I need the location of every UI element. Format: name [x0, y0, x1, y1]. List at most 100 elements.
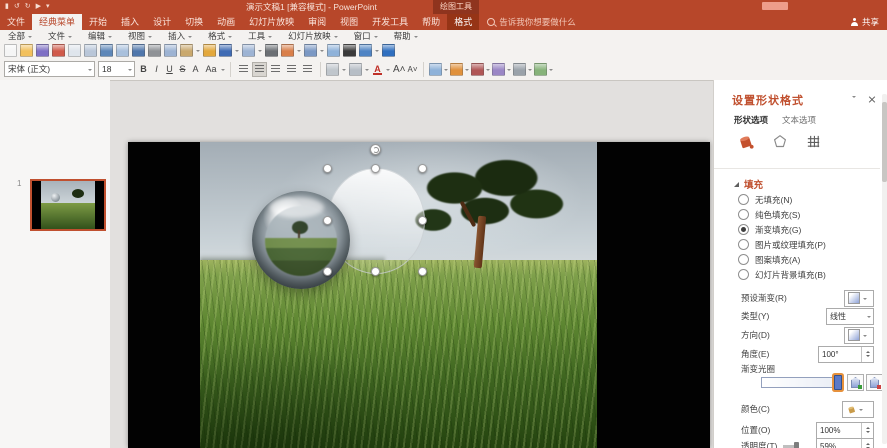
selection-handle-bottom-left[interactable] — [323, 267, 332, 276]
shape-fill-icon[interactable] — [450, 63, 463, 76]
selection-handle-right[interactable] — [418, 216, 427, 225]
redo-icon[interactable]: ↻ — [25, 0, 31, 14]
shape-effects-icon[interactable] — [492, 63, 505, 76]
cut-icon[interactable] — [148, 44, 161, 57]
fill-section-header[interactable]: 填充 — [734, 177, 763, 191]
start-slideshow-icon[interactable]: ▶ — [36, 0, 41, 14]
angle-spinner[interactable]: 100° — [818, 346, 874, 363]
gradient-stops-slider[interactable] — [761, 377, 840, 388]
preset-gradient-dropdown[interactable] — [844, 290, 874, 307]
align-left-icon[interactable] — [236, 62, 251, 77]
table-icon[interactable] — [304, 44, 317, 57]
text-shadow-button[interactable]: A — [190, 64, 201, 74]
transparency-slider-thumb[interactable] — [794, 442, 799, 448]
distribute-icon[interactable] — [300, 62, 315, 77]
customize-quick-access-icon[interactable]: ▾ — [46, 0, 50, 14]
strikethrough-button[interactable]: S — [177, 64, 188, 74]
fill-line-icon[interactable] — [736, 132, 755, 156]
panel-options-chevron-icon[interactable] — [852, 98, 856, 116]
slide-canvas[interactable] — [128, 142, 710, 448]
fill-option-none[interactable]: 无填充(N) — [738, 192, 826, 207]
menu-help[interactable]: 帮助 — [386, 30, 426, 43]
line-spacing-icon[interactable] — [326, 63, 339, 76]
page-copy-icon[interactable] — [116, 44, 129, 57]
tab-classic-menu[interactable]: 经典菜单 — [32, 14, 82, 30]
help-icon[interactable] — [382, 44, 395, 57]
selection-handle-bottom[interactable] — [371, 267, 380, 276]
quick-styles-icon[interactable] — [429, 63, 442, 76]
type-dropdown[interactable]: 线性 — [826, 308, 874, 325]
spinner-arrows[interactable] — [861, 439, 873, 448]
menu-window[interactable]: 窗口 — [346, 30, 386, 43]
selection-handle-top-left[interactable] — [323, 164, 332, 173]
tab-transitions[interactable]: 切换 — [178, 14, 210, 30]
transparency-spinner[interactable]: 59% — [816, 438, 874, 448]
tab-home[interactable]: 开始 — [82, 14, 114, 30]
tab-file[interactable]: 文件 — [0, 14, 32, 30]
menu-insert[interactable]: 插入 — [160, 30, 200, 43]
underline-button[interactable]: U — [164, 64, 175, 74]
effects-icon[interactable] — [771, 133, 789, 156]
share-button[interactable]: 共享 — [851, 14, 887, 30]
grow-font-button[interactable]: A˄ — [393, 64, 404, 75]
menu-all[interactable]: 全部 — [0, 30, 40, 43]
justify-icon[interactable] — [284, 62, 299, 77]
menu-tools[interactable]: 工具 — [240, 30, 280, 43]
spell-check-icon[interactable] — [132, 44, 145, 57]
size-properties-icon[interactable] — [805, 133, 822, 155]
slide-photo[interactable] — [200, 142, 597, 448]
tab-help[interactable]: 帮助 — [415, 14, 447, 30]
tab-view[interactable]: 视图 — [333, 14, 365, 30]
spinner-arrows[interactable] — [861, 347, 873, 362]
font-name-combo[interactable]: 宋体 (正文) — [4, 61, 95, 77]
open-folder-icon[interactable] — [20, 44, 33, 57]
align-center-icon[interactable] — [252, 62, 267, 77]
slide-thumbnail[interactable] — [30, 179, 106, 231]
menu-format[interactable]: 格式 — [200, 30, 240, 43]
fill-option-background[interactable]: 幻灯片背景填充(B) — [738, 267, 826, 282]
find-icon[interactable] — [265, 44, 278, 57]
copy-icon[interactable] — [164, 44, 177, 57]
menu-view[interactable]: 视图 — [120, 30, 160, 43]
picture-icon[interactable] — [327, 44, 340, 57]
italic-button[interactable]: I — [151, 64, 162, 74]
shape-outline-icon[interactable] — [471, 63, 484, 76]
stamp-icon[interactable] — [84, 44, 97, 57]
tab-developer[interactable]: 开发工具 — [365, 14, 415, 30]
insert-shape-icon[interactable] — [534, 63, 547, 76]
rotate-handle[interactable] — [370, 144, 381, 155]
selection-handle-bottom-right[interactable] — [418, 267, 427, 276]
spinner-arrows[interactable] — [861, 423, 873, 438]
selection-handle-top-right[interactable] — [418, 164, 427, 173]
bold-button[interactable]: B — [138, 64, 149, 74]
save-icon[interactable]: ▮ — [5, 0, 9, 14]
fill-option-picture[interactable]: 图片或纹理填充(P) — [738, 237, 826, 252]
font-color-button[interactable]: A — [372, 64, 383, 74]
panel-scrollbar[interactable] — [882, 94, 887, 444]
selection-handle-top[interactable] — [371, 164, 380, 173]
tab-design[interactable]: 设计 — [146, 14, 178, 30]
direction-dropdown[interactable] — [844, 327, 874, 344]
scrollbar-thumb[interactable] — [882, 102, 887, 182]
color-dropdown[interactable] — [842, 401, 874, 418]
remove-gradient-stop-button[interactable] — [866, 374, 883, 391]
transparency-slider[interactable] — [783, 445, 799, 448]
tab-review[interactable]: 审阅 — [301, 14, 333, 30]
media-icon[interactable] — [343, 44, 356, 57]
new-slide-icon[interactable] — [281, 44, 294, 57]
format-painter-icon[interactable] — [203, 44, 216, 57]
fill-option-gradient[interactable]: 渐变填充(G) — [738, 222, 826, 237]
print-preview-icon[interactable] — [68, 44, 81, 57]
align-right-icon[interactable] — [268, 62, 283, 77]
save-icon[interactable] — [36, 44, 49, 57]
tell-me-search[interactable]: 告诉我你想要做什么 — [479, 14, 576, 30]
undo-icon[interactable]: ↺ — [14, 0, 20, 14]
close-file-icon[interactable] — [52, 44, 65, 57]
font-size-combo[interactable]: 18 — [98, 61, 135, 77]
gradient-stop-handle[interactable] — [834, 375, 842, 390]
paste-icon[interactable] — [180, 44, 193, 57]
zoom-icon[interactable] — [359, 44, 372, 57]
new-file-icon[interactable] — [4, 44, 17, 57]
bullets-icon[interactable] — [349, 63, 362, 76]
change-case-button[interactable]: Aa — [203, 64, 219, 74]
